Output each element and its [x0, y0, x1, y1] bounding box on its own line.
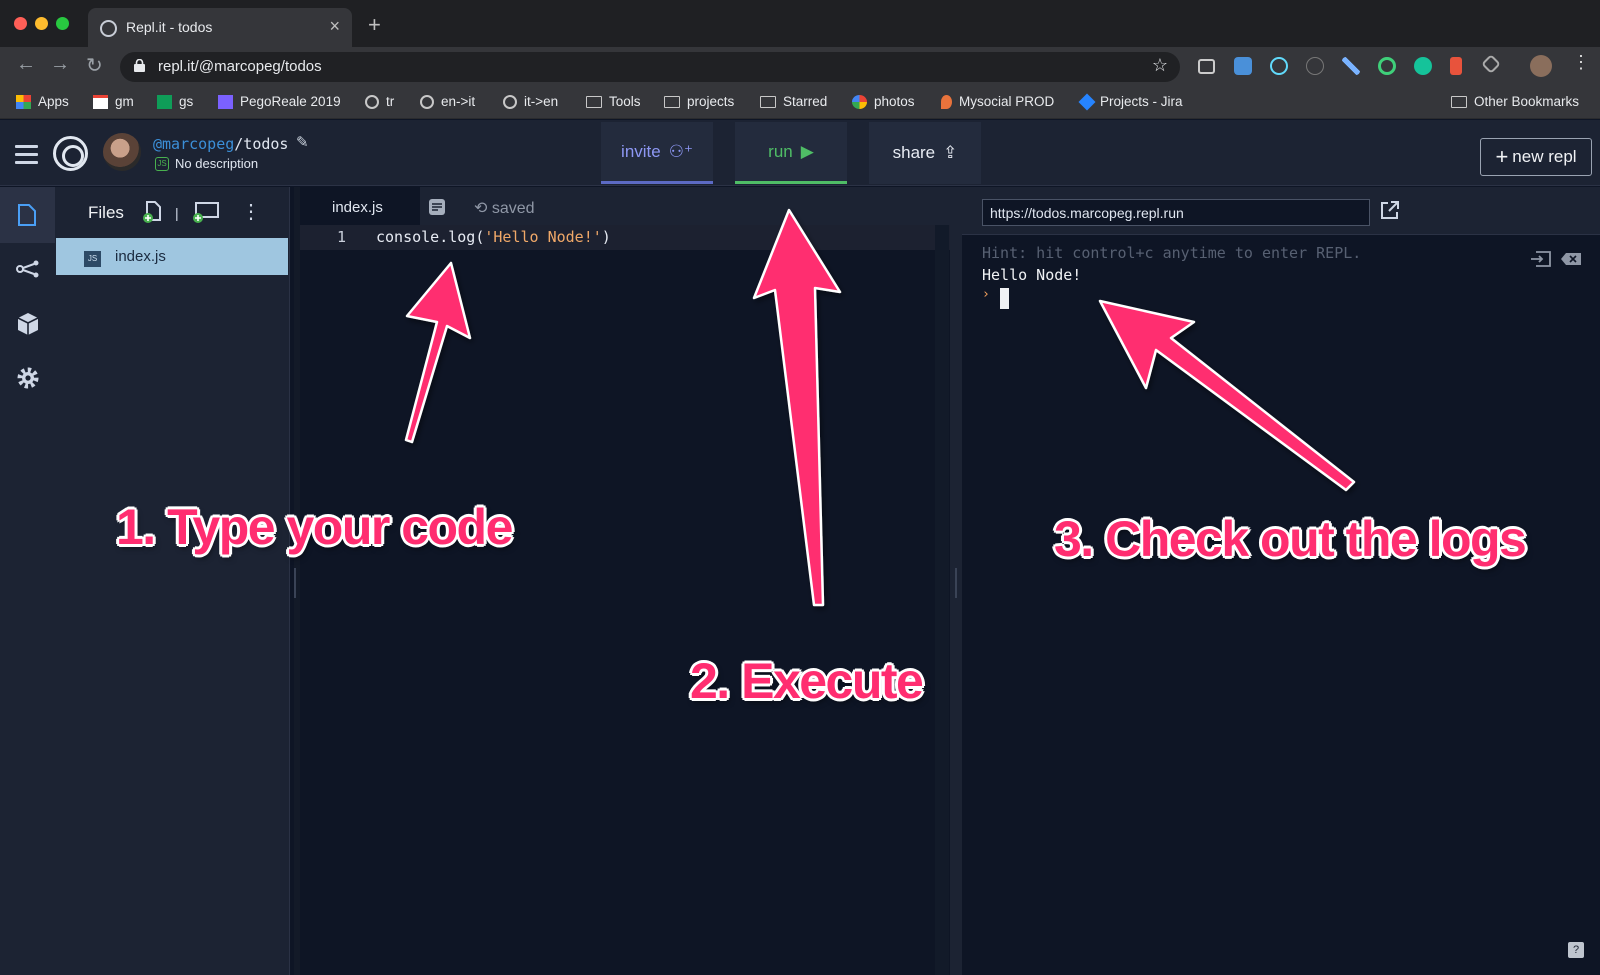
annotation-arrows — [404, 208, 1356, 607]
arrow-to-code — [404, 261, 472, 444]
annotation-step-3: 3. Check out the logs — [1054, 511, 1527, 567]
arrow-to-run — [752, 208, 842, 607]
annotation-step-2: 2. Execute — [690, 653, 924, 709]
arrow-to-logs — [1098, 299, 1356, 492]
annotation-step-1: 1. Type your code — [116, 499, 513, 555]
